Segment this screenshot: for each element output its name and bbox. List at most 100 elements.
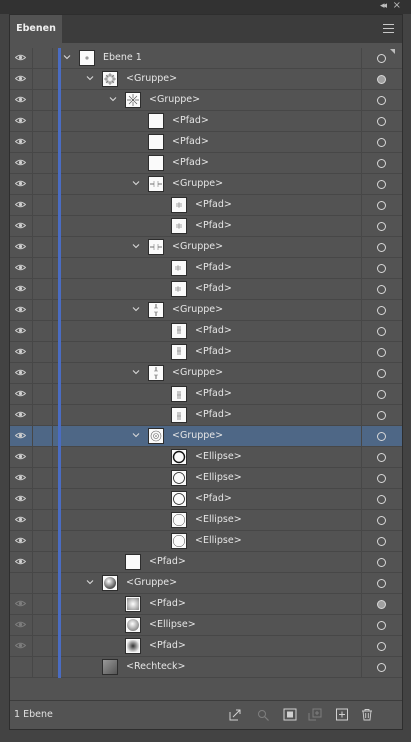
target-circle-icon[interactable] <box>377 201 386 210</box>
visibility-toggle[interactable] <box>10 489 33 509</box>
lock-toggle[interactable] <box>32 174 53 194</box>
layer-item-row[interactable]: <Pfad> <box>10 258 402 279</box>
tab-ebenen[interactable]: Ebenen <box>10 15 62 43</box>
layer-item-row[interactable]: <Gruppe> <box>10 300 402 321</box>
layer-name[interactable]: <Pfad> <box>195 262 232 273</box>
target-circle-icon[interactable] <box>377 453 386 462</box>
layer-item-row[interactable]: <Ellipse> <box>10 510 402 531</box>
visibility-toggle[interactable] <box>10 111 33 131</box>
target-circle-icon[interactable] <box>377 138 386 147</box>
lock-toggle[interactable] <box>32 573 53 593</box>
close-panel-icon[interactable]: × <box>393 0 401 11</box>
layer-row[interactable]: Ebene 1 <box>10 48 402 69</box>
lock-toggle[interactable] <box>32 132 53 152</box>
expand-chevron-icon[interactable] <box>132 242 140 250</box>
layer-item-row[interactable]: <Gruppe> <box>10 90 402 111</box>
target-circle-icon[interactable] <box>377 243 386 252</box>
target-circle-icon[interactable] <box>377 411 386 420</box>
layer-item-row[interactable]: <Pfad> <box>10 342 402 363</box>
target-circle-icon[interactable] <box>377 369 386 378</box>
target-circle-icon[interactable] <box>377 285 386 294</box>
lock-toggle[interactable] <box>32 300 53 320</box>
layer-item-row[interactable]: <Pfad> <box>10 489 402 510</box>
lock-toggle[interactable] <box>32 447 53 467</box>
expand-chevron-icon[interactable] <box>63 53 71 61</box>
visibility-toggle[interactable] <box>10 594 33 614</box>
layer-item-row[interactable]: <Gruppe> <box>10 363 402 384</box>
visibility-toggle[interactable] <box>10 573 33 593</box>
target-circle-icon[interactable] <box>377 663 386 672</box>
target-circle-icon[interactable] <box>377 306 386 315</box>
expand-chevron-icon[interactable] <box>86 74 94 82</box>
expand-chevron-icon[interactable] <box>86 578 94 586</box>
layer-name[interactable]: Ebene 1 <box>103 52 142 63</box>
target-circle-icon[interactable] <box>377 642 386 651</box>
visibility-toggle[interactable] <box>10 321 33 341</box>
visibility-toggle[interactable] <box>10 279 33 299</box>
expand-chevron-icon[interactable] <box>132 431 140 439</box>
target-circle-icon[interactable] <box>377 159 386 168</box>
layer-name[interactable]: <Pfad> <box>195 409 232 420</box>
layer-name[interactable]: <Ellipse> <box>195 535 242 546</box>
expand-chevron-icon[interactable] <box>132 305 140 313</box>
lock-toggle[interactable] <box>32 657 53 677</box>
lock-toggle[interactable] <box>32 90 53 110</box>
lock-toggle[interactable] <box>32 237 53 257</box>
lock-toggle[interactable] <box>32 153 53 173</box>
target-circle-icon[interactable] <box>377 222 386 231</box>
layer-item-row[interactable]: <Pfad> <box>10 132 402 153</box>
layer-item-row[interactable]: <Pfad> <box>10 153 402 174</box>
layer-item-row[interactable]: <Ellipse> <box>10 468 402 489</box>
visibility-toggle[interactable] <box>10 69 33 89</box>
lock-toggle[interactable] <box>32 510 53 530</box>
delete-icon[interactable] <box>360 708 374 721</box>
expand-chevron-icon[interactable] <box>132 179 140 187</box>
lock-toggle[interactable] <box>32 216 53 236</box>
target-circle-icon[interactable] <box>377 390 386 399</box>
lock-toggle[interactable] <box>32 69 53 89</box>
layer-name[interactable]: <Gruppe> <box>172 430 223 441</box>
layer-name[interactable]: <Gruppe> <box>149 94 200 105</box>
target-circle-icon[interactable] <box>377 537 386 546</box>
layer-item-row[interactable]: <Pfad> <box>10 111 402 132</box>
expand-chevron-icon[interactable] <box>132 368 140 376</box>
visibility-toggle[interactable] <box>10 636 33 656</box>
layer-name[interactable]: <Ellipse> <box>149 619 196 630</box>
layer-item-row[interactable]: <Pfad> <box>10 594 402 615</box>
layer-name[interactable]: <Pfad> <box>195 388 232 399</box>
layer-name[interactable]: <Gruppe> <box>172 367 223 378</box>
layer-name[interactable]: <Pfad> <box>195 346 232 357</box>
lock-toggle[interactable] <box>32 258 53 278</box>
lock-toggle[interactable] <box>32 405 53 425</box>
lock-toggle[interactable] <box>32 552 53 572</box>
visibility-toggle[interactable] <box>10 552 33 572</box>
visibility-toggle[interactable] <box>10 531 33 551</box>
layer-item-row[interactable]: <Ellipse> <box>10 447 402 468</box>
target-circle-icon[interactable] <box>377 579 386 588</box>
clipping-mask-icon[interactable] <box>283 708 297 721</box>
target-circle-icon[interactable] <box>377 621 386 630</box>
layer-name[interactable]: <Rechteck> <box>126 661 185 672</box>
layer-item-row[interactable]: <Pfad> <box>10 552 402 573</box>
visibility-toggle[interactable] <box>10 216 33 236</box>
visibility-toggle[interactable] <box>10 615 33 635</box>
collapse-panel-icon[interactable]: ◂◂ <box>380 1 387 11</box>
lock-toggle[interactable] <box>32 111 53 131</box>
layer-name[interactable]: <Gruppe> <box>172 304 223 315</box>
lock-toggle[interactable] <box>32 384 53 404</box>
visibility-toggle[interactable] <box>10 300 33 320</box>
lock-toggle[interactable] <box>32 468 53 488</box>
layer-name[interactable]: <Gruppe> <box>172 178 223 189</box>
layer-name[interactable]: <Pfad> <box>149 640 186 651</box>
layer-item-row[interactable]: <Pfad> <box>10 405 402 426</box>
layer-item-row[interactable]: <Gruppe> <box>10 426 402 447</box>
visibility-toggle[interactable] <box>10 258 33 278</box>
lock-toggle[interactable] <box>32 531 53 551</box>
target-circle-icon[interactable] <box>377 348 386 357</box>
layer-name[interactable]: <Pfad> <box>195 199 232 210</box>
layer-item-row[interactable]: <Gruppe> <box>10 573 402 594</box>
visibility-toggle[interactable] <box>10 510 33 530</box>
visibility-toggle[interactable] <box>10 195 33 215</box>
layer-name[interactable]: <Pfad> <box>172 115 209 126</box>
target-circle-icon[interactable] <box>377 432 386 441</box>
